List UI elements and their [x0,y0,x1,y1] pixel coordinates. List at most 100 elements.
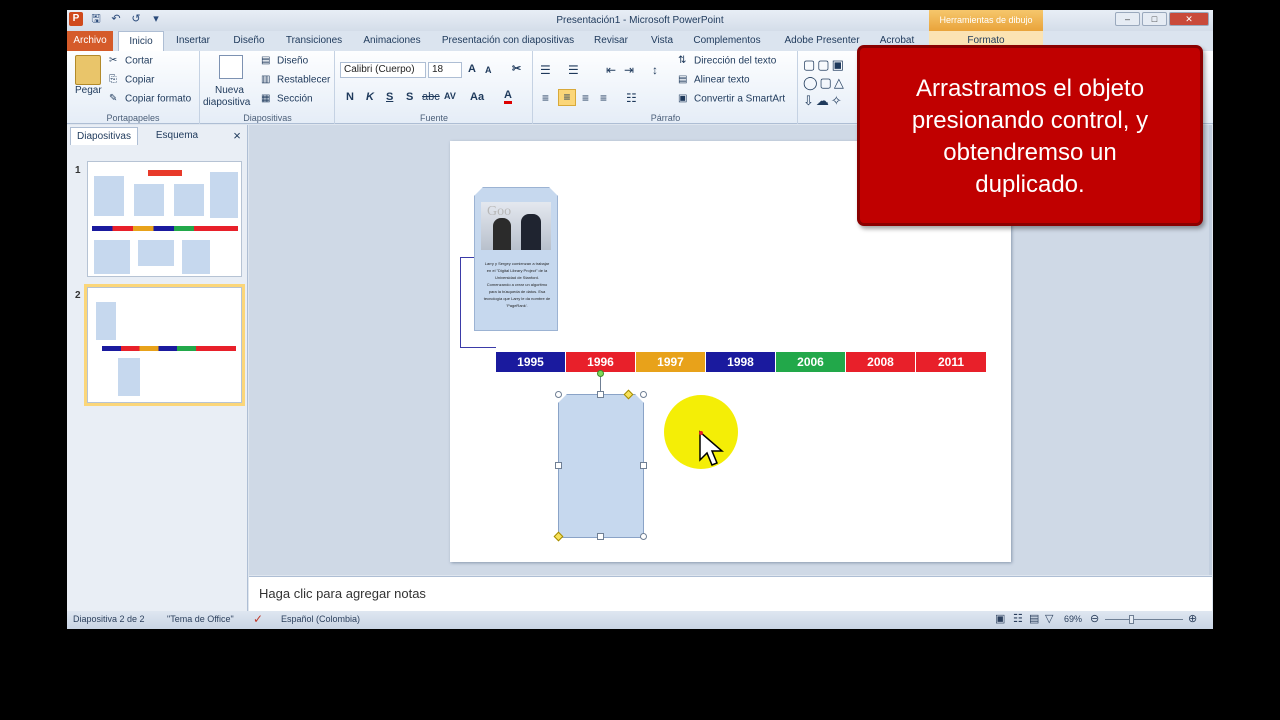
shapes-row3-icon[interactable]: ⇩☁✧ [803,93,844,109]
tab-revisar[interactable]: Revisar [590,31,632,51]
slide-number-2: 2 [75,290,81,301]
shadow-button[interactable]: S [406,91,413,103]
tab-diseno[interactable]: Diseño [226,31,272,51]
format-painter-button[interactable]: ✎ Copiar formato [109,93,191,105]
tab-presentacion[interactable]: Presentación con diapositivas [440,31,576,51]
clear-format-icon[interactable]: ✂ [512,62,521,75]
char-spacing-button[interactable]: AV [444,91,456,101]
reset-icon: ▥ [261,74,271,85]
theme-name[interactable]: "Tema de Office" [167,614,234,624]
resize-handle-nw[interactable] [555,391,562,398]
bullets-icon[interactable]: ☰ [540,63,551,77]
zoom-slider[interactable] [1105,619,1183,620]
connector-vertical [460,257,461,347]
timeline-2006[interactable]: 2006 [776,352,846,372]
timeline-1995[interactable]: 1995 [496,352,566,372]
increase-indent-icon[interactable]: ⇥ [624,63,634,77]
panel-close-icon[interactable]: × [229,127,245,145]
reading-view-icon[interactable]: ▤ [1029,612,1039,625]
align-right-icon[interactable]: ≡ [582,91,589,105]
thumb1-card5 [94,240,130,274]
tab-diapositivas[interactable]: Diapositivas [70,127,138,145]
tab-vista[interactable]: Vista [645,31,679,51]
align-left-icon[interactable]: ≡ [542,91,549,105]
maximize-icon[interactable]: □ [1142,12,1167,26]
shrink-font-button[interactable]: A [485,65,492,75]
underline-button[interactable]: S [386,91,393,103]
font-group-label: Fuente [419,113,449,123]
shapes-row2-icon[interactable]: ◯▢△ [803,75,846,91]
tab-transiciones[interactable]: Transiciones [281,31,347,51]
slides-group-label: Diapositivas [243,113,292,123]
spellcheck-icon[interactable]: ✓ [253,612,263,626]
new-slide-label1[interactable]: Nueva [215,85,244,96]
italic-button[interactable]: K [366,91,374,103]
language[interactable]: Español (Colombia) [281,614,360,624]
timeline-2008[interactable]: 2008 [846,352,916,372]
cut-button[interactable]: ✂ Cortar [109,55,153,67]
notes-pane[interactable]: Haga clic para agregar notas [249,576,1212,611]
slideshow-icon[interactable]: ▽ [1045,612,1053,625]
timeline-1997[interactable]: 1997 [636,352,706,372]
font-size-select[interactable]: 18 [428,62,462,78]
font-name-select[interactable]: Calibri (Cuerpo) [340,62,426,78]
duplicated-shape[interactable] [558,394,644,538]
resize-handle-e[interactable] [640,462,647,469]
strikethrough-button[interactable]: abc [422,91,440,103]
close-icon[interactable]: ✕ [1169,12,1209,26]
resize-handle-se[interactable] [640,533,647,540]
shapes-gallery[interactable]: ▢▢▣ ◯▢△ ⇩☁✧ [799,51,859,124]
align-text-button[interactable]: ▤ Alinear texto [678,74,750,86]
minimize-icon[interactable]: – [1115,12,1140,26]
slide-thumbnail-2[interactable] [84,284,245,406]
timeline-2011[interactable]: 2011 [916,352,986,372]
resize-handle-s[interactable] [597,533,604,540]
paste-icon[interactable] [75,55,101,85]
brush-icon: ✎ [109,93,118,104]
tab-archivo[interactable]: Archivo [67,31,113,51]
resize-handle-n[interactable] [597,391,604,398]
bold-button[interactable]: N [346,91,354,103]
decrease-indent-icon[interactable]: ⇤ [606,63,616,77]
slide-thumbnail-1[interactable] [87,161,242,277]
font-color-button[interactable]: A [504,89,512,104]
clipboard-group: Pegar ✂ Cortar ⎘ Copiar ✎ Copiar formato Po… [67,51,200,124]
google-card[interactable]: Goo Larry y Sergey comienzan a trabajar … [474,187,558,331]
tab-inicio[interactable]: Inicio [118,31,164,51]
text-direction-button[interactable]: ⇅ Dirección del texto [678,55,776,67]
new-slide-icon[interactable] [219,55,243,79]
zoom-level[interactable]: 69% [1064,614,1082,624]
rotation-handle[interactable] [597,370,604,377]
timeline-1996[interactable]: 1996 [566,352,636,372]
paste-button[interactable]: Pegar [75,85,102,96]
vertical-scrollbar[interactable] [1209,125,1212,575]
align-center-icon[interactable]: ≡ [558,89,576,106]
slide-sorter-icon[interactable]: ☷ [1013,612,1023,625]
line-spacing-icon[interactable]: ↕ [652,63,658,77]
notes-placeholder[interactable]: Haga clic para agregar notas [259,586,426,601]
grow-font-button[interactable]: A [468,63,476,75]
zoom-in-icon[interactable]: ⊕ [1188,612,1197,625]
normal-view-icon[interactable]: ▣ [995,612,1005,625]
new-slide-label2[interactable]: diapositiva [203,97,250,108]
tab-animaciones[interactable]: Animaciones [359,31,425,51]
resize-handle-w[interactable] [555,462,562,469]
timeline-1998[interactable]: 1998 [706,352,776,372]
zoom-out-icon[interactable]: ⊖ [1090,612,1099,625]
tab-adobe-presenter[interactable]: Adobe Presenter [779,31,865,51]
smartart-button[interactable]: ▣ Convertir a SmartArt [678,93,785,105]
change-case-button[interactable]: Aa [470,91,484,103]
copy-button[interactable]: ⎘ Copiar [109,74,154,86]
section-button[interactable]: ▦ Sección [261,93,313,105]
tab-complementos[interactable]: Complementos [691,31,763,51]
layout-button[interactable]: ▤ Diseño [261,55,308,67]
reset-button[interactable]: ▥ Restablecer [261,74,330,86]
tab-esquema[interactable]: Esquema [143,127,211,145]
zoom-slider-thumb[interactable] [1129,615,1134,624]
numbering-icon[interactable]: ☰ [568,63,579,77]
tab-insertar[interactable]: Insertar [169,31,217,51]
justify-icon[interactable]: ≡ [600,91,607,105]
columns-icon[interactable]: ☷ [626,91,637,105]
shapes-row1-icon[interactable]: ▢▢▣ [803,57,846,73]
resize-handle-ne[interactable] [640,391,647,398]
